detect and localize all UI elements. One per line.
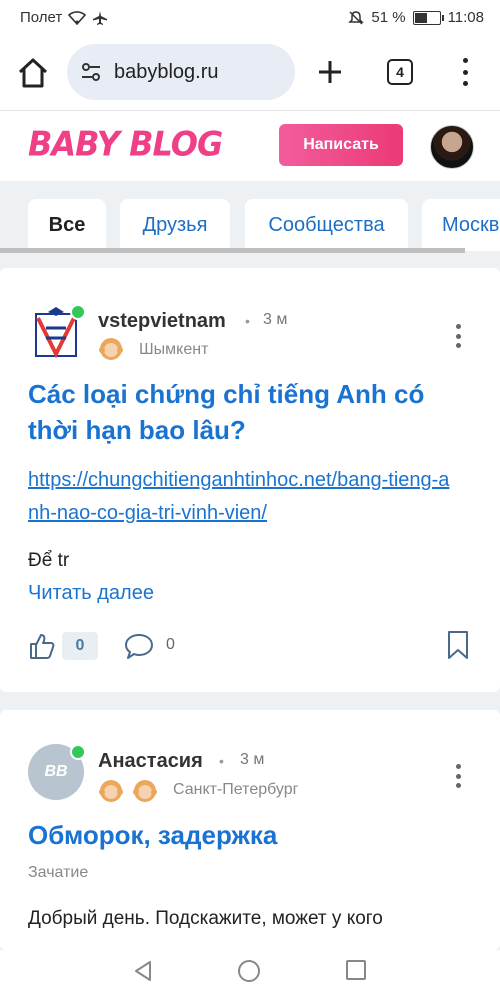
author-name[interactable]: Анастасия (98, 750, 203, 773)
comment-count: 0 (166, 636, 175, 653)
post-title[interactable]: Các loại chứng chỉ tiếng Anh có thời hạn… (28, 376, 468, 448)
recent-apps-icon[interactable] (346, 960, 366, 980)
like-count: 0 (62, 632, 98, 660)
comment-icon[interactable] (124, 632, 154, 660)
tabs-scroll-indicator (0, 248, 465, 253)
site-header: BABY BLOG Написать (0, 111, 500, 182)
author-name[interactable]: vstepvietnam (98, 310, 226, 333)
user-avatar[interactable] (430, 125, 474, 169)
like-icon[interactable] (28, 632, 56, 660)
tab-friends[interactable]: Друзья (120, 199, 230, 251)
read-more-link[interactable]: Читать далее (28, 582, 154, 605)
post-menu-icon[interactable] (455, 764, 461, 788)
post-card: BB Анастасия • 3 м Санкт-Петербург Обмор… (0, 710, 500, 950)
feed-tabs: Все Друзья Сообщества Москва (0, 181, 500, 253)
site-logo[interactable]: BABY BLOG (28, 124, 223, 164)
battery-fill (414, 12, 427, 23)
girl-icon (133, 780, 157, 802)
more-icon[interactable] (455, 58, 475, 86)
post-link[interactable]: https://chungchitienganhtinhoc.net/bang-… (28, 464, 458, 530)
post-menu-icon[interactable] (455, 324, 461, 348)
girl-icon (99, 338, 123, 360)
post-title[interactable]: Обморок, задержка (28, 817, 468, 853)
author-city: Санкт-Петербург (173, 781, 299, 798)
tab-count: 4 (396, 64, 404, 80)
clock: 11:08 (447, 9, 484, 26)
browser-toolbar: babyblog.ru 4 (0, 36, 500, 111)
online-indicator (70, 744, 86, 760)
home-nav-icon[interactable] (238, 960, 260, 982)
url-text[interactable]: babyblog.ru (114, 61, 219, 84)
online-indicator (70, 304, 86, 320)
bookmark-icon[interactable] (446, 630, 470, 660)
author-city: Шымкент (139, 341, 209, 358)
post-time: 3 м (263, 311, 288, 328)
post-excerpt: Добрый день. Подскажите, может у кого (28, 908, 383, 929)
airplane-icon (93, 10, 108, 25)
system-nav-bar (0, 950, 500, 1000)
post-category[interactable]: Зачатие (28, 864, 88, 882)
site-settings-icon[interactable] (80, 61, 102, 83)
separator-dot: • (219, 753, 224, 769)
post-time: 3 м (240, 751, 265, 768)
back-icon[interactable] (132, 960, 154, 982)
mute-icon (348, 10, 365, 25)
home-icon[interactable] (16, 56, 50, 90)
girl-icon (99, 780, 123, 802)
new-tab-icon[interactable] (316, 58, 344, 86)
status-bar: Полет 51 % 11:08 (0, 0, 500, 36)
wifi-icon (68, 10, 87, 25)
write-button[interactable]: Написать (279, 124, 403, 166)
tab-all[interactable]: Все (28, 199, 106, 251)
carrier-label: Полет (20, 9, 63, 26)
tab-communities[interactable]: Сообщества (245, 199, 408, 251)
tabs-icon[interactable]: 4 (387, 59, 413, 85)
battery-percent: 51 % (371, 9, 406, 26)
post-excerpt: Để tr (28, 550, 70, 571)
address-bar[interactable]: babyblog.ru (67, 44, 295, 100)
post-card: vstepvietnam • 3 м Шымкент Các loại chứn… (0, 268, 500, 692)
avatar-initials: BB (44, 763, 68, 780)
battery-icon (412, 10, 444, 25)
tab-moscow[interactable]: Москва (422, 199, 500, 251)
separator-dot: • (245, 313, 250, 329)
